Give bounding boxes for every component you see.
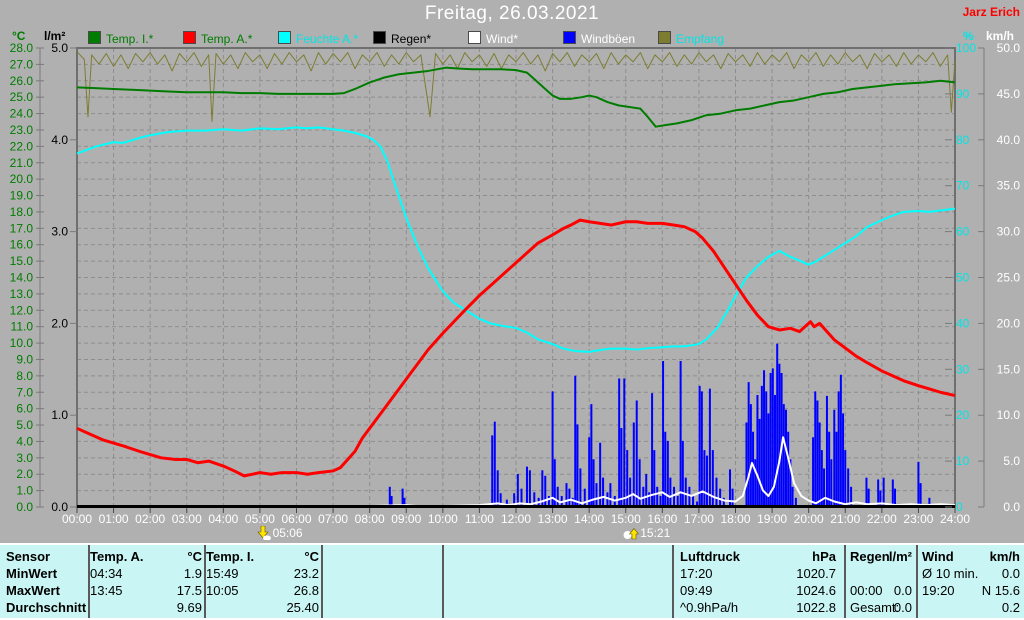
event-marker-0506: 05:06 — [256, 525, 303, 541]
celsius-axis-label: 28.0 — [10, 41, 34, 55]
celsius-axis-label: 25.0 — [10, 90, 34, 104]
humidity-axis-label: 100 — [956, 41, 976, 55]
event-marker-1521: 15:21 — [623, 526, 670, 541]
event-marker-time: 05:06 — [272, 526, 303, 540]
celsius-axis-label: 3.0 — [16, 451, 33, 465]
celsius-axis-label: 9.0 — [16, 352, 33, 366]
time-label: 11:00 — [464, 512, 494, 526]
time-label: 20:00 — [793, 512, 824, 526]
time-label: 14:00 — [574, 512, 605, 526]
rain-axis-label: 2.0 — [51, 316, 68, 330]
humidity-axis-label: 40 — [956, 316, 970, 330]
time-label: 01:00 — [98, 512, 129, 526]
moonrise-icon — [623, 526, 640, 540]
summary-table: Sensor MinWert MaxWert Durchschnitt Temp. A.… — [0, 543, 1024, 620]
windspeed-axis-label: 15.0 — [997, 362, 1021, 376]
celsius-axis-label: 2.0 — [16, 467, 33, 481]
rain-axis-label: 1.0 — [51, 408, 68, 422]
celsius-axis-label: 15.0 — [10, 254, 34, 268]
plot-border — [76, 47, 956, 508]
time-label: 02:00 — [135, 512, 166, 526]
table-cell-wind-value: 0.0 — [1001, 566, 1020, 581]
time-label: 05:00 — [244, 512, 275, 526]
event-marker-time: 15:21 — [640, 526, 671, 540]
windspeed-axis-label: 30.0 — [997, 225, 1021, 239]
time-label: 17:00 — [683, 512, 714, 526]
celsius-axis-label: 14.0 — [10, 271, 34, 285]
time-label: 23:00 — [903, 512, 934, 526]
windspeed-axis-label: 5.0 — [1003, 454, 1020, 468]
humidity-axis-label: 30 — [956, 362, 970, 376]
windspeed-axis-label: 10.0 — [997, 408, 1021, 422]
humidity-axis-label: 90 — [956, 87, 970, 101]
time-label: 18:00 — [720, 512, 751, 526]
celsius-axis-label: 20.0 — [10, 172, 34, 186]
celsius-axis-label: 12.0 — [10, 303, 34, 317]
celsius-axis-label: 6.0 — [16, 402, 33, 416]
celsius-axis-label: 24.0 — [10, 107, 34, 121]
celsius-axis-label: 16.0 — [10, 238, 34, 252]
celsius-axis-label: 5.0 — [16, 418, 33, 432]
celsius-axis-label: 10.0 — [10, 336, 34, 350]
time-label: 08:00 — [354, 512, 385, 526]
humidity-axis-label: 70 — [956, 179, 970, 193]
windspeed-axis-label: 40.0 — [997, 133, 1021, 147]
celsius-axis-label: 17.0 — [10, 221, 34, 235]
windspeed-axis-label: 20.0 — [997, 316, 1021, 330]
sunrise-icon — [256, 525, 273, 541]
table-unit-wind: km/h — [989, 549, 1020, 564]
time-label: 06:00 — [281, 512, 312, 526]
celsius-axis-label: 13.0 — [10, 287, 34, 301]
time-label: 10:00 — [427, 512, 458, 526]
time-label: 19:00 — [757, 512, 788, 526]
table-cell-wind-value: N 15.6 — [981, 583, 1020, 598]
windspeed-axis-label: 45.0 — [997, 87, 1021, 101]
humidity-axis-label: 10 — [956, 454, 970, 468]
time-label: 21:00 — [830, 512, 861, 526]
time-label: 22:00 — [866, 512, 897, 526]
rain-axis-label: 4.0 — [51, 133, 68, 147]
time-label: 16:00 — [647, 512, 678, 526]
celsius-axis-label: 26.0 — [10, 74, 34, 88]
time-label: 00:00 — [61, 512, 93, 526]
celsius-axis-label: 18.0 — [10, 205, 34, 219]
celsius-axis-label: 22.0 — [10, 139, 34, 153]
humidity-axis-label: 60 — [956, 225, 970, 239]
rain-axis-label: 5.0 — [51, 41, 68, 55]
celsius-axis-label: 8.0 — [16, 369, 33, 383]
humidity-axis-label: 50 — [956, 271, 970, 285]
celsius-axis-label: 21.0 — [10, 156, 34, 170]
celsius-axis-label: 11.0 — [11, 320, 34, 334]
humidity-axis-label: 80 — [956, 133, 970, 147]
time-label: 24:00 — [939, 512, 971, 526]
sun-moon-markers: 05:06 15:21 — [0, 525, 1024, 542]
celsius-axis-label: 1.0 — [16, 484, 33, 498]
time-label: 07:00 — [318, 512, 349, 526]
table-cell-wind-value: 0.2 — [1001, 600, 1020, 615]
windspeed-axis-label: 50.0 — [997, 41, 1021, 55]
time-label: 03:00 — [171, 512, 202, 526]
weather-chart-plot[interactable]: 0.01.02.03.04.05.06.07.08.09.010.011.012… — [0, 0, 1024, 545]
time-label: 12:00 — [500, 512, 532, 526]
time-label: 09:00 — [391, 512, 422, 526]
celsius-axis-label: 27.0 — [10, 57, 34, 71]
windspeed-axis-label: 25.0 — [997, 271, 1021, 285]
celsius-axis-label: 7.0 — [16, 385, 33, 399]
celsius-axis-label: 23.0 — [10, 123, 34, 137]
time-label: 04:00 — [208, 512, 239, 526]
time-label: 13:00 — [537, 512, 568, 526]
rain-axis-label: 3.0 — [51, 225, 68, 239]
humidity-axis-label: 20 — [956, 408, 970, 422]
windspeed-axis-label: 35.0 — [997, 179, 1021, 193]
celsius-axis-label: 4.0 — [16, 434, 33, 448]
celsius-axis-label: 19.0 — [10, 189, 34, 203]
time-label: 15:00 — [610, 512, 641, 526]
